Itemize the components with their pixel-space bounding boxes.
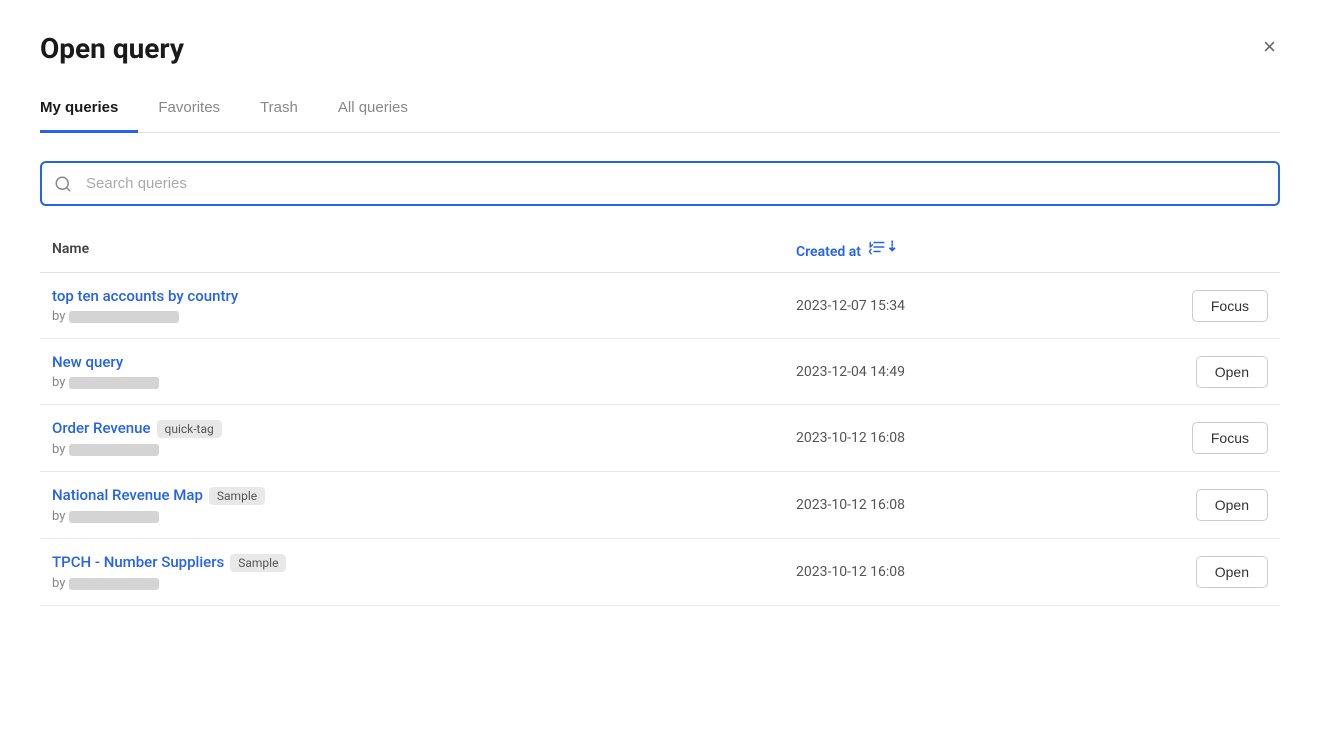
author-name-blur xyxy=(69,377,159,389)
query-name-link[interactable]: National Revenue Map xyxy=(52,486,203,504)
query-action-cell: Open xyxy=(1094,472,1280,539)
queries-table: Name Created at ⇣ xyxy=(40,230,1280,606)
query-author: by xyxy=(52,375,772,390)
dialog-title: Open query xyxy=(40,32,184,65)
search-icon xyxy=(54,175,72,193)
sort-icon: ⇣ xyxy=(868,238,898,256)
tab-my-queries[interactable]: My queries xyxy=(40,89,138,133)
tabs-container: My queries Favorites Trash All queries xyxy=(40,89,1280,133)
table-row: top ten accounts by country by 2023-12-07… xyxy=(40,273,1280,339)
table-row: National Revenue Map Sample by 2023-10-12 … xyxy=(40,472,1280,539)
dialog-header: Open query × xyxy=(40,32,1280,65)
query-name-cell: Order Revenue quick-tag by xyxy=(40,405,784,472)
table-row: Order Revenue quick-tag by 2023-10-12 16:0… xyxy=(40,405,1280,472)
query-tag: quick-tag xyxy=(157,420,222,438)
open-button[interactable]: Open xyxy=(1196,556,1268,588)
col-header-action xyxy=(1094,230,1280,273)
author-name-blur xyxy=(69,511,159,523)
col-header-name: Name xyxy=(40,230,784,273)
query-author: by xyxy=(52,442,772,457)
search-input[interactable] xyxy=(40,161,1280,206)
query-created-at: 2023-10-12 16:08 xyxy=(784,539,1094,606)
open-button[interactable]: Open xyxy=(1196,489,1268,521)
tab-all-queries[interactable]: All queries xyxy=(338,89,428,133)
query-created-at: 2023-10-12 16:08 xyxy=(784,472,1094,539)
focus-button[interactable]: Focus xyxy=(1192,422,1268,454)
author-name-blur xyxy=(69,311,179,323)
close-button[interactable]: × xyxy=(1259,32,1280,62)
query-name-link[interactable]: New query xyxy=(52,353,123,371)
open-button[interactable]: Open xyxy=(1196,356,1268,388)
query-author: by xyxy=(52,576,772,591)
query-name-cell: TPCH - Number Suppliers Sample by xyxy=(40,539,784,606)
col-header-created[interactable]: Created at ⇣ xyxy=(784,230,1094,273)
query-action-cell: Focus xyxy=(1094,273,1280,339)
query-tag: Sample xyxy=(209,487,265,505)
author-name-blur xyxy=(69,444,159,456)
query-created-at: 2023-12-07 15:34 xyxy=(784,273,1094,339)
query-name-link[interactable]: TPCH - Number Suppliers xyxy=(52,553,224,571)
query-tag: Sample xyxy=(230,554,286,572)
query-name-cell: top ten accounts by country by xyxy=(40,273,784,339)
tab-trash[interactable]: Trash xyxy=(260,89,318,133)
search-container xyxy=(40,161,1280,206)
author-name-blur xyxy=(69,578,159,590)
open-query-dialog: Open query × My queries Favorites Trash … xyxy=(0,0,1320,730)
query-name-link[interactable]: Order Revenue xyxy=(52,419,151,437)
query-action-cell: Open xyxy=(1094,339,1280,405)
query-name-cell: National Revenue Map Sample by xyxy=(40,472,784,539)
query-action-cell: Focus xyxy=(1094,405,1280,472)
query-created-at: 2023-10-12 16:08 xyxy=(784,405,1094,472)
query-name-cell: New query by xyxy=(40,339,784,405)
focus-button[interactable]: Focus xyxy=(1192,290,1268,322)
query-created-at: 2023-12-04 14:49 xyxy=(784,339,1094,405)
tab-favorites[interactable]: Favorites xyxy=(158,89,240,133)
table-row: New query by 2023-12-04 14:49 Open xyxy=(40,339,1280,405)
query-name-link[interactable]: top ten accounts by country xyxy=(52,287,238,305)
table-row: TPCH - Number Suppliers Sample by 2023-10-… xyxy=(40,539,1280,606)
query-author: by xyxy=(52,309,772,324)
query-author: by xyxy=(52,509,772,524)
query-action-cell: Open xyxy=(1094,539,1280,606)
